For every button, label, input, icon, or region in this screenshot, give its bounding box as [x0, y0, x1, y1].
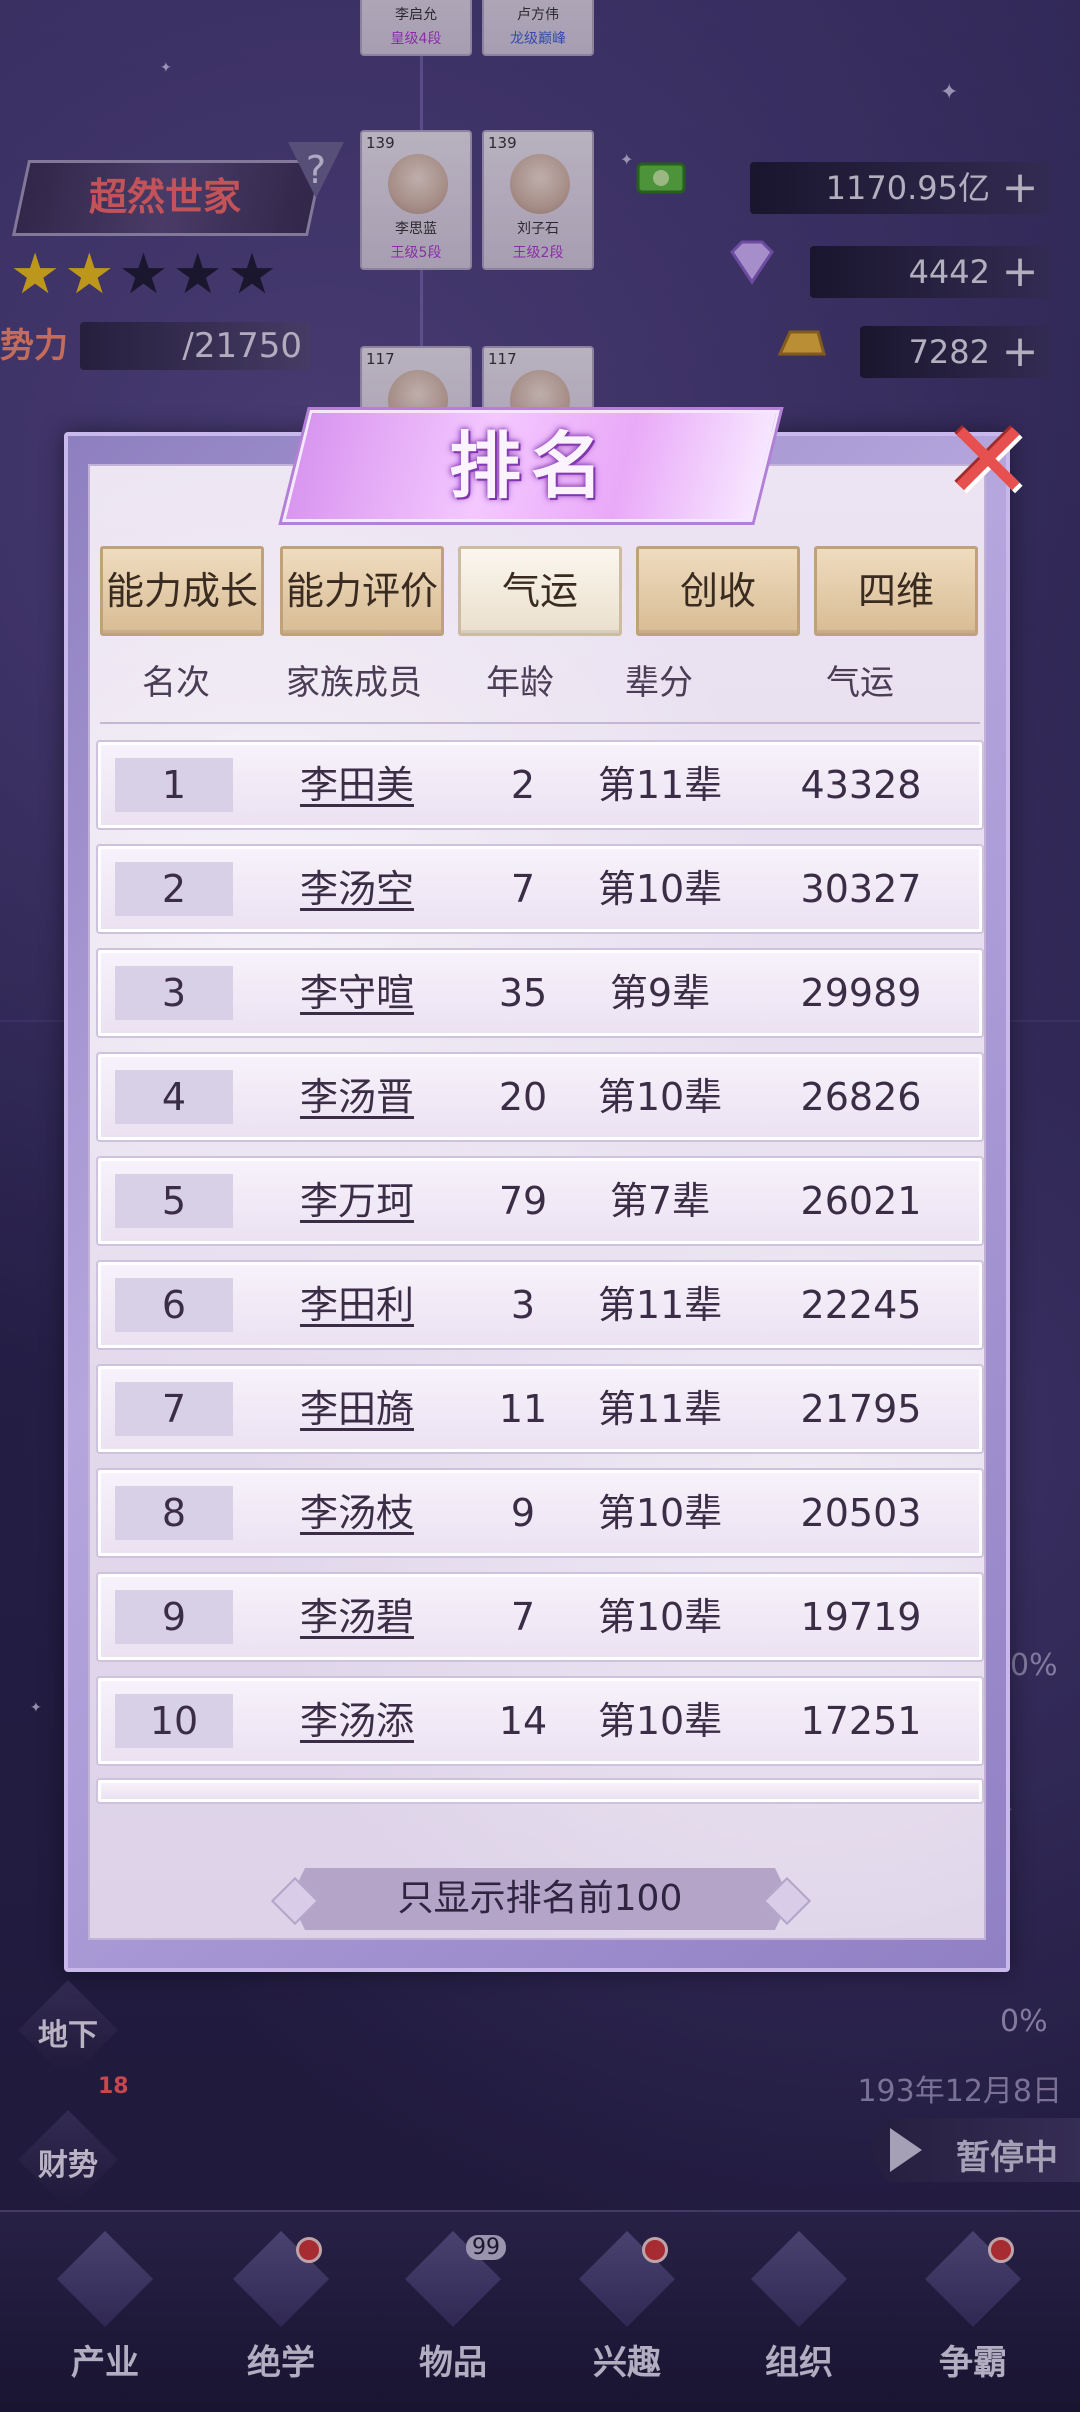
- table-row[interactable]: 4 李汤晋 20 第10辈 26826: [98, 1054, 982, 1140]
- member-name-link[interactable]: 李汤碧: [277, 1577, 437, 1657]
- table-row[interactable]: 1 李田美 2 第11辈 43328: [98, 742, 982, 828]
- table-row[interactable]: 7 李田旖 11 第11辈 21795: [98, 1366, 982, 1452]
- age-cell: 7: [510, 1595, 536, 1639]
- age-cell: 2: [510, 763, 536, 807]
- table-row[interactable]: 3 李守暄 35 第9辈 29989: [98, 950, 982, 1036]
- rank-cell: 1: [161, 763, 187, 807]
- table-row[interactable]: 2 李汤空 7 第10辈 30327: [98, 846, 982, 932]
- rank-cell: 2: [161, 867, 187, 911]
- header-divider: [100, 722, 980, 724]
- member-name-link[interactable]: 李汤空: [277, 849, 437, 929]
- member-name-link[interactable]: 李万珂: [277, 1161, 437, 1241]
- close-icon[interactable]: ✕: [936, 408, 1040, 516]
- fortune-cell: 30327: [800, 867, 922, 911]
- rank-cell: 9: [161, 1595, 187, 1639]
- tab-income[interactable]: 创收: [636, 546, 800, 636]
- fortune-cell: 26826: [800, 1075, 922, 1119]
- table-row[interactable]: [98, 1780, 982, 1802]
- column-header-age: 年龄: [486, 663, 554, 703]
- generation-cell: 第11辈: [597, 1387, 723, 1431]
- table-row[interactable]: 8 李汤枝 9 第10辈 20503: [98, 1470, 982, 1556]
- footer-note: 只显示排名前100: [397, 1878, 683, 1919]
- generation-cell: 第10辈: [597, 1595, 723, 1639]
- column-header-generation: 辈分: [625, 663, 693, 703]
- age-cell: 20: [498, 1075, 548, 1119]
- tab-ability-rating[interactable]: 能力评价: [280, 546, 444, 636]
- fortune-cell: 22245: [800, 1283, 922, 1327]
- fortune-cell: 20503: [800, 1491, 922, 1535]
- table-row[interactable]: 10 李汤添 14 第10辈 17251: [98, 1678, 982, 1764]
- member-name-link[interactable]: 李田旖: [277, 1369, 437, 1449]
- table-row[interactable]: 5 李万珂 79 第7辈 26021: [98, 1158, 982, 1244]
- fortune-cell: 29989: [800, 971, 922, 1015]
- rank-cell: 5: [161, 1179, 187, 1223]
- generation-cell: 第10辈: [597, 1699, 723, 1743]
- age-cell: 9: [510, 1491, 536, 1535]
- fortune-cell: 19719: [800, 1595, 922, 1639]
- table-row[interactable]: 6 李田利 3 第11辈 22245: [98, 1262, 982, 1348]
- column-header-fortune: 气运: [826, 663, 894, 703]
- table-row[interactable]: 9 李汤碧 7 第10辈 19719: [98, 1574, 982, 1660]
- member-name-link[interactable]: 李田利: [277, 1265, 437, 1345]
- tab-four-dimensions[interactable]: 四维: [814, 546, 978, 636]
- generation-cell: 第10辈: [597, 867, 723, 911]
- member-name-link[interactable]: 李汤晋: [277, 1057, 437, 1137]
- age-cell: 79: [498, 1179, 548, 1223]
- fortune-cell: 21795: [800, 1387, 922, 1431]
- column-header-rank: 名次: [142, 663, 210, 703]
- column-header-member: 家族成员: [286, 663, 422, 703]
- member-name-link[interactable]: 李汤添: [277, 1681, 437, 1761]
- rank-cell: 8: [161, 1491, 187, 1535]
- member-name-link[interactable]: 李田美: [277, 745, 437, 825]
- age-cell: 11: [498, 1387, 548, 1431]
- age-cell: 3: [510, 1283, 536, 1327]
- tab-ability-growth[interactable]: 能力成长: [100, 546, 264, 636]
- member-name-link[interactable]: 李汤枝: [277, 1473, 437, 1553]
- fortune-cell: 43328: [800, 763, 922, 807]
- generation-cell: 第10辈: [597, 1075, 723, 1119]
- generation-cell: 第11辈: [597, 763, 723, 807]
- fortune-cell: 26021: [800, 1179, 922, 1223]
- tab-fortune[interactable]: 气运: [458, 546, 622, 636]
- rank-cell: 10: [149, 1699, 199, 1743]
- member-name-link[interactable]: 李守暄: [277, 953, 437, 1033]
- rank-cell: 3: [161, 971, 187, 1015]
- generation-cell: 第11辈: [597, 1283, 723, 1327]
- rank-cell: 4: [161, 1075, 187, 1119]
- rank-cell: 6: [161, 1283, 187, 1327]
- age-cell: 14: [498, 1699, 548, 1743]
- generation-cell: 第9辈: [609, 971, 711, 1015]
- age-cell: 35: [498, 971, 548, 1015]
- age-cell: 7: [510, 867, 536, 911]
- generation-cell: 第10辈: [597, 1491, 723, 1535]
- modal-title: 排名: [448, 424, 613, 508]
- generation-cell: 第7辈: [609, 1179, 711, 1223]
- rank-cell: 7: [161, 1387, 187, 1431]
- fortune-cell: 17251: [800, 1699, 922, 1743]
